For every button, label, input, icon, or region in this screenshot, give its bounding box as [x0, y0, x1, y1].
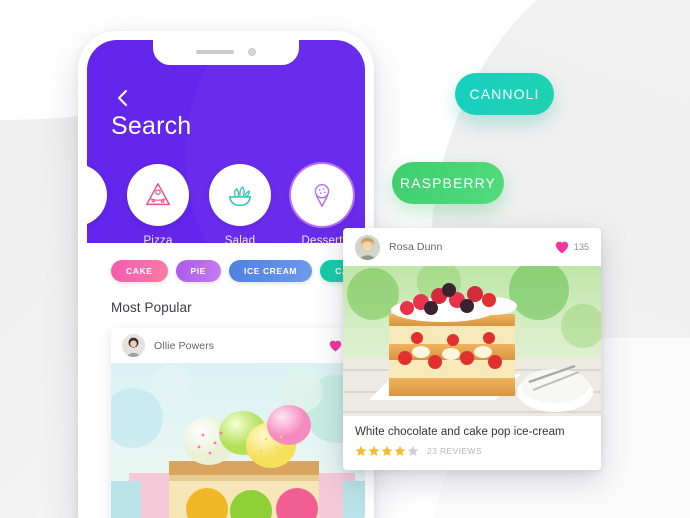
app-body: CAKE PIE ICE CREAM CANNOLI Most Popular: [87, 243, 365, 518]
tag-ice-cream[interactable]: ICE CREAM: [229, 260, 313, 282]
speaker-grille-icon: [196, 49, 234, 54]
floating-pill-cannoli[interactable]: CANNOLI: [455, 73, 554, 115]
chevron-left-icon: [117, 89, 128, 107]
avatar-photo: [355, 234, 380, 260]
detail-title: White chocolate and cake pop ice-cream: [355, 426, 565, 438]
detail-card-rosa[interactable]: Rosa Dunn 135 White chocolate and cake p…: [343, 228, 601, 470]
phone-mockup: Search al: [78, 31, 374, 518]
detail-photo-pastry: [343, 266, 601, 416]
post-author-name: Ollie Powers: [154, 339, 215, 352]
salad-bowl-icon: [228, 186, 252, 207]
phone-screen: Search al: [87, 40, 365, 518]
detail-meta: 23 REVIEWS: [355, 445, 589, 457]
front-camera-icon: [248, 47, 256, 56]
scene-background: Search al: [0, 0, 690, 518]
heart-icon: [555, 241, 569, 253]
floating-pill-raspberry[interactable]: RASPBERRY: [392, 162, 504, 204]
star-icon-filled: [368, 445, 380, 456]
category-item-partial[interactable]: al: [87, 164, 107, 243]
avatar: [122, 334, 145, 357]
berry-pastry-image: [343, 266, 601, 416]
review-count: 23 REVIEWS: [427, 446, 483, 456]
page-title: Search: [111, 112, 192, 140]
section-title-most-popular: Most Popular: [111, 300, 192, 315]
star-icon-filled: [394, 445, 406, 456]
detail-info: White chocolate and cake pop ice-cream 2…: [343, 416, 601, 470]
category-circle-partial: [87, 164, 107, 226]
post-header: Ollie Powers 160: [111, 328, 365, 363]
category-label-salad: Salad: [224, 235, 256, 243]
star-icon-empty: [407, 445, 419, 456]
avatar: [355, 234, 380, 260]
category-item-pizza[interactable]: Pizza: [127, 164, 189, 243]
app-header: Search al: [87, 40, 365, 243]
post-photo-cakepops: [111, 363, 365, 518]
cakepop-cake-image: [111, 363, 365, 518]
pizza-slice-icon: [146, 183, 170, 206]
like-count: 135: [573, 242, 589, 252]
back-button[interactable]: [111, 86, 135, 110]
category-circle-salad: [209, 164, 271, 226]
category-row: al Pizza: [87, 164, 365, 243]
star-rating[interactable]: [355, 445, 419, 457]
detail-card-header: Rosa Dunn 135: [343, 228, 601, 266]
detail-author-name: Rosa Dunn: [389, 241, 443, 253]
category-circle-dessert: [291, 164, 353, 226]
tag-pie[interactable]: PIE: [175, 260, 222, 282]
tag-cake[interactable]: CAKE: [111, 260, 168, 282]
like-group[interactable]: 135: [555, 241, 589, 254]
ice-cream-cone-icon: [314, 183, 330, 207]
category-label-partial: al: [87, 235, 107, 243]
category-circle-pizza: [127, 164, 189, 226]
tag-row: CAKE PIE ICE CREAM CANNOLI: [87, 243, 365, 282]
category-item-salad[interactable]: Salad: [209, 164, 271, 243]
category-label-pizza: Pizza: [143, 235, 173, 243]
star-icon-filled: [355, 445, 367, 456]
avatar-photo: [122, 334, 145, 357]
star-icon-filled: [381, 445, 393, 456]
phone-notch: [153, 40, 299, 65]
heart-icon: [329, 340, 342, 351]
post-card-ollie[interactable]: Ollie Powers 160: [111, 328, 365, 518]
